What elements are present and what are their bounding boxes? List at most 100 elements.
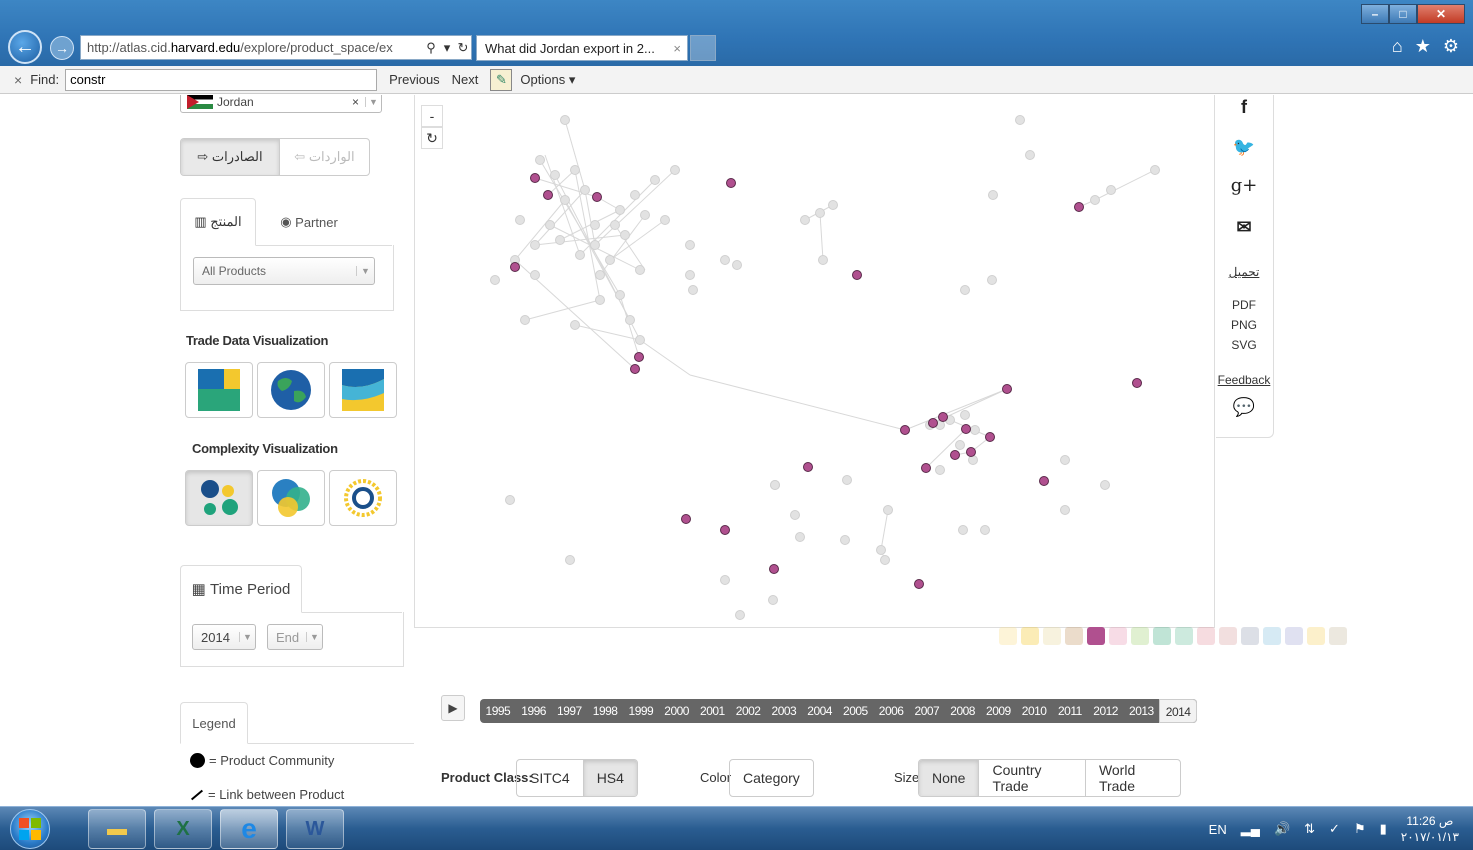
exported-product-node[interactable]	[1074, 202, 1084, 212]
product-node[interactable]	[590, 240, 600, 250]
exported-product-node[interactable]	[769, 564, 779, 574]
size-country-trade-button[interactable]: Country Trade	[979, 760, 1086, 796]
exported-product-node[interactable]	[681, 514, 691, 524]
product-node[interactable]	[605, 255, 615, 265]
word-taskbar-button[interactable]: W	[286, 809, 344, 849]
product-node[interactable]	[815, 208, 825, 218]
product-node[interactable]	[988, 190, 998, 200]
exported-product-node[interactable]	[938, 412, 948, 422]
rings-button[interactable]	[257, 470, 325, 526]
size-none-button[interactable]: None	[919, 760, 980, 796]
network-icon[interactable]: ⇅	[1304, 821, 1315, 837]
signal-icon[interactable]: ▂▄	[1241, 821, 1260, 837]
category-icon[interactable]	[1087, 627, 1105, 645]
product-node[interactable]	[575, 250, 585, 260]
exported-product-node[interactable]	[950, 450, 960, 460]
year-2007[interactable]: 2007	[909, 704, 945, 718]
find-next-button[interactable]: Next	[452, 72, 479, 87]
clear-icon[interactable]: ×	[352, 95, 359, 109]
search-icon[interactable]: ⚲	[423, 40, 439, 56]
product-node[interactable]	[580, 185, 590, 195]
exported-product-node[interactable]	[966, 447, 976, 457]
product-node[interactable]	[1150, 165, 1160, 175]
product-node[interactable]	[960, 285, 970, 295]
product-node[interactable]	[650, 175, 660, 185]
exported-product-node[interactable]	[510, 262, 520, 272]
favorites-star-icon[interactable]: ★	[1415, 36, 1431, 57]
exported-product-node[interactable]	[1039, 476, 1049, 486]
chat-bubble-icon[interactable]: 💬	[1216, 397, 1272, 418]
product-node[interactable]	[505, 495, 515, 505]
browser-tab-active[interactable]: What did Jordan export in 2... ×	[476, 35, 688, 61]
settings-gear-icon[interactable]: ⚙	[1443, 36, 1459, 57]
product-node[interactable]	[625, 315, 635, 325]
download-svg-link[interactable]: SVG	[1216, 338, 1272, 352]
product-node[interactable]	[770, 480, 780, 490]
product-node[interactable]	[490, 275, 500, 285]
exported-product-node[interactable]	[630, 364, 640, 374]
chevron-down-icon[interactable]: ▼	[306, 632, 322, 642]
clock[interactable]: 11:26 ص ٢٠١٧/٠١/١٣	[1401, 813, 1459, 845]
product-node[interactable]	[595, 295, 605, 305]
exported-product-node[interactable]	[530, 173, 540, 183]
category-icon[interactable]	[1109, 627, 1127, 645]
year-2003[interactable]: 2003	[766, 704, 802, 718]
excel-taskbar-button[interactable]: X	[154, 809, 212, 849]
size-world-trade-button[interactable]: World Trade	[1086, 760, 1180, 796]
product-node[interactable]	[732, 260, 742, 270]
find-close-icon[interactable]: ×	[14, 72, 22, 88]
exported-product-node[interactable]	[900, 425, 910, 435]
category-icon[interactable]	[1175, 627, 1193, 645]
product-node[interactable]	[688, 285, 698, 295]
feedback-link[interactable]: Feedback	[1216, 373, 1272, 387]
year-2008[interactable]: 2008	[945, 704, 981, 718]
product-node[interactable]	[1090, 195, 1100, 205]
reset-view-button[interactable]: ↻	[421, 127, 443, 149]
year-1996[interactable]: 1996	[516, 704, 552, 718]
exported-product-node[interactable]	[914, 579, 924, 589]
product-node[interactable]	[615, 290, 625, 300]
facebook-icon[interactable]: f	[1216, 97, 1272, 118]
exported-product-node[interactable]	[928, 418, 938, 428]
product-node[interactable]	[570, 320, 580, 330]
category-icon[interactable]	[1021, 627, 1039, 645]
year-2002[interactable]: 2002	[730, 704, 766, 718]
product-node[interactable]	[720, 575, 730, 585]
category-icon[interactable]	[999, 627, 1017, 645]
product-node[interactable]	[560, 195, 570, 205]
address-url[interactable]: http://atlas.cid.harvard.edu/explore/pro…	[87, 40, 423, 55]
product-node[interactable]	[883, 505, 893, 515]
highlight-pen-icon[interactable]: ✎	[490, 68, 513, 91]
product-node[interactable]	[590, 220, 600, 230]
back-button[interactable]: ←	[8, 30, 42, 64]
product-node[interactable]	[595, 270, 605, 280]
product-node[interactable]	[842, 475, 852, 485]
chevron-down-icon[interactable]: ▼	[365, 97, 381, 107]
product-node[interactable]	[530, 270, 540, 280]
download-png-link[interactable]: PNG	[1216, 318, 1272, 332]
exported-product-node[interactable]	[921, 463, 931, 473]
product-node[interactable]	[960, 410, 970, 420]
action-center-flag-icon[interactable]: ⚑	[1354, 821, 1366, 837]
year-2013[interactable]: 2013	[1124, 704, 1160, 718]
find-input[interactable]	[65, 68, 378, 91]
product-node[interactable]	[790, 510, 800, 520]
year-2004[interactable]: 2004	[802, 704, 838, 718]
zoom-out-button[interactable]: -	[421, 105, 443, 127]
product-node[interactable]	[840, 535, 850, 545]
product-node[interactable]	[620, 230, 630, 240]
twitter-icon[interactable]: 🐦	[1216, 137, 1272, 158]
hs4-button[interactable]: HS4	[583, 760, 637, 796]
product-node[interactable]	[1060, 505, 1070, 515]
category-icon[interactable]	[1219, 627, 1237, 645]
product-node[interactable]	[735, 610, 745, 620]
tab-product[interactable]: ▥ المنتج	[180, 198, 256, 246]
stacked-area-button[interactable]	[329, 362, 397, 418]
product-node[interactable]	[970, 425, 980, 435]
product-node[interactable]	[800, 215, 810, 225]
tab-partner[interactable]: ◉ Partner	[266, 198, 352, 246]
product-node[interactable]	[635, 335, 645, 345]
year-1998[interactable]: 1998	[587, 704, 623, 718]
year-1997[interactable]: 1997	[552, 704, 588, 718]
exported-product-node[interactable]	[961, 424, 971, 434]
